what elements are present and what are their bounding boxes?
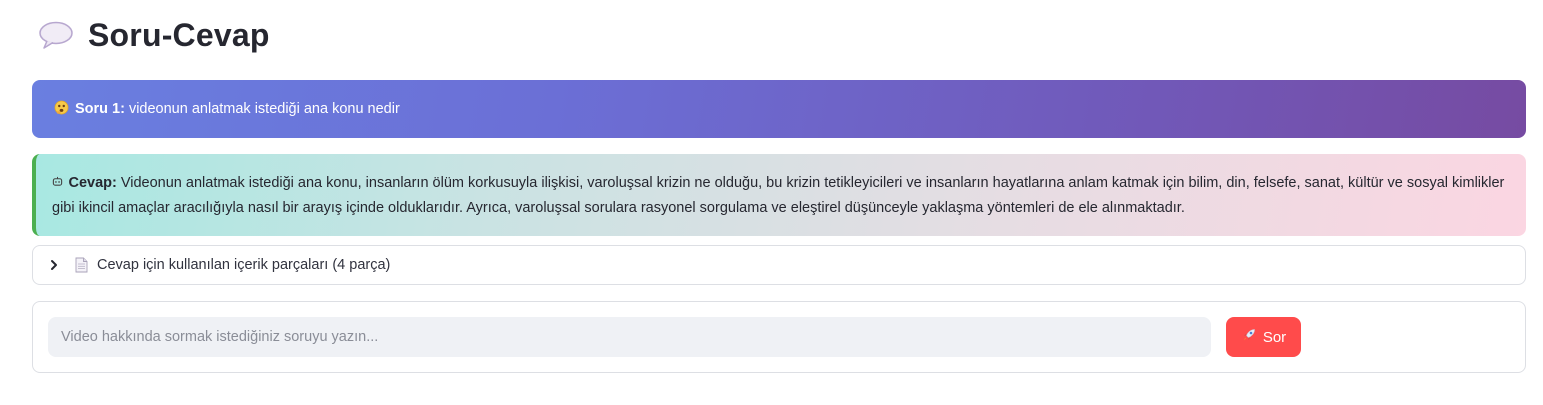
rocket-icon — [1241, 327, 1257, 347]
sources-expander-label: Cevap için kullanılan içerik parçaları (… — [97, 257, 391, 273]
speech-balloon-icon — [38, 20, 74, 50]
answer-label: Cevap: — [68, 175, 117, 191]
qa-page: Soru-Cevap Soru 1: videonun anlatmak ist… — [0, 0, 1543, 405]
answer-text: Videonun anlatmak istediği ana konu, ins… — [52, 175, 1505, 216]
ask-form: Sor — [32, 301, 1526, 373]
page-icon — [75, 257, 89, 273]
title-row: Soru-Cevap — [38, 14, 270, 56]
ask-button-label: Sor — [1262, 328, 1287, 346]
robot-icon — [52, 176, 67, 190]
ask-button[interactable]: Sor — [1226, 317, 1301, 357]
page-title: Soru-Cevap — [88, 16, 270, 53]
question-input[interactable] — [48, 317, 1211, 357]
chevron-right-icon — [49, 258, 63, 272]
answer-card: Cevap: Videonun anlatmak istediği ana kon… — [32, 154, 1526, 236]
question-card: Soru 1: videonun anlatmak istediği ana k… — [32, 80, 1526, 138]
sources-expander[interactable]: Cevap için kullanılan içerik parçaları (… — [32, 245, 1526, 285]
question-label: Soru 1: — [75, 101, 125, 117]
question-text: videonun anlatmak istediği ana konu nedi… — [128, 101, 400, 117]
thinking-face-icon — [54, 100, 69, 119]
